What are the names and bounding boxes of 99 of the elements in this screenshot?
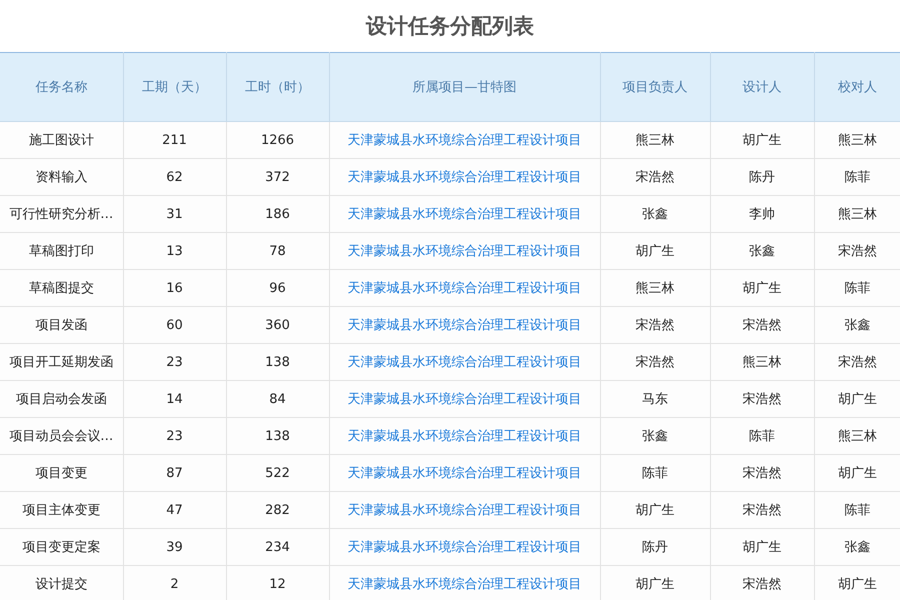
table-cell: 138 — [226, 418, 329, 454]
table-cell: 2 — [123, 566, 226, 600]
table-cell: 设计提交 — [0, 566, 123, 600]
table-cell: 胡广生 — [600, 566, 710, 600]
table-cell: 项目变更定案 — [0, 528, 123, 566]
table-cell: 熊三林 — [600, 122, 710, 158]
table-cell: 熊三林 — [600, 270, 710, 306]
table-cell: 62 — [123, 158, 226, 196]
table-cell: 张鑫 — [710, 232, 814, 270]
table-cell: 96 — [226, 270, 329, 306]
table-cell: 项目启动会发函 — [0, 380, 123, 418]
table-cell: 宋浩然 — [710, 380, 814, 418]
table-cell: 宋浩然 — [710, 492, 814, 528]
column-header: 校对人 — [814, 52, 900, 122]
table-cell: 项目变更 — [0, 454, 123, 492]
table-cell: 胡广生 — [710, 270, 814, 306]
table-cell: 熊三林 — [814, 418, 900, 454]
table-cell: 张鑫 — [600, 196, 710, 232]
table-cell: 陈菲 — [814, 270, 900, 306]
table-cell: 陈丹 — [600, 528, 710, 566]
column-header: 所属项目—甘特图 — [329, 52, 600, 122]
table-cell: 资料输入 — [0, 158, 123, 196]
table-cell: 360 — [226, 306, 329, 344]
table-cell: 47 — [123, 492, 226, 528]
project-link[interactable]: 天津蒙城县水环境综合治理工程设计项目 — [348, 355, 582, 370]
table-cell: 522 — [226, 454, 329, 492]
column-header: 工时（时） — [226, 52, 329, 122]
table-cell: 宋浩然 — [600, 344, 710, 380]
table-cell: 陈丹 — [710, 158, 814, 196]
project-link[interactable]: 天津蒙城县水环境综合治理工程设计项目 — [348, 540, 582, 555]
table-cell: 胡广生 — [600, 232, 710, 270]
table-cell: 84 — [226, 380, 329, 418]
column-header: 项目负责人 — [600, 52, 710, 122]
table-cell: 宋浩然 — [600, 158, 710, 196]
table-cell: 陈菲 — [814, 492, 900, 528]
project-link[interactable]: 天津蒙城县水环境综合治理工程设计项目 — [348, 503, 582, 518]
column-header: 任务名称 — [0, 52, 123, 122]
project-link[interactable]: 天津蒙城县水环境综合治理工程设计项目 — [348, 281, 582, 296]
table-cell: 胡广生 — [600, 492, 710, 528]
project-link[interactable]: 天津蒙城县水环境综合治理工程设计项目 — [348, 466, 582, 481]
project-link[interactable]: 天津蒙城县水环境综合治理工程设计项目 — [348, 577, 582, 592]
table-cell: 372 — [226, 158, 329, 196]
table-cell: 胡广生 — [710, 528, 814, 566]
project-link[interactable]: 天津蒙城县水环境综合治理工程设计项目 — [348, 244, 582, 259]
table-cell: 项目主体变更 — [0, 492, 123, 528]
table-cell: 草稿图打印 — [0, 232, 123, 270]
project-link[interactable]: 天津蒙城县水环境综合治理工程设计项目 — [348, 318, 582, 333]
table-cell: 熊三林 — [814, 122, 900, 158]
table-cell: 23 — [123, 344, 226, 380]
table-cell: 282 — [226, 492, 329, 528]
table-cell: 宋浩然 — [710, 306, 814, 344]
table-cell: 可行性研究分析… — [0, 196, 123, 232]
table-cell: 60 — [123, 306, 226, 344]
table-cell: 16 — [123, 270, 226, 306]
table-cell: 马东 — [600, 380, 710, 418]
table-cell: 张鑫 — [814, 528, 900, 566]
table-cell: 宋浩然 — [814, 344, 900, 380]
table-cell: 234 — [226, 528, 329, 566]
table-cell: 李帅 — [710, 196, 814, 232]
table-cell: 陈菲 — [710, 418, 814, 454]
table-cell: 熊三林 — [710, 344, 814, 380]
table-cell: 13 — [123, 232, 226, 270]
table-cell: 熊三林 — [814, 196, 900, 232]
table-cell: 宋浩然 — [710, 566, 814, 600]
project-link[interactable]: 天津蒙城县水环境综合治理工程设计项目 — [348, 207, 582, 222]
table-cell: 138 — [226, 344, 329, 380]
table-cell: 12 — [226, 566, 329, 600]
table-cell: 23 — [123, 418, 226, 454]
table-cell: 1266 — [226, 122, 329, 158]
table-cell: 陈菲 — [814, 158, 900, 196]
table-cell: 项目发函 — [0, 306, 123, 344]
table-cell: 宋浩然 — [814, 232, 900, 270]
project-link[interactable]: 天津蒙城县水环境综合治理工程设计项目 — [348, 429, 582, 444]
table-cell: 项目动员会会议… — [0, 418, 123, 454]
column-header: 设计人 — [710, 52, 814, 122]
project-link[interactable]: 天津蒙城县水环境综合治理工程设计项目 — [348, 133, 582, 148]
table-cell: 宋浩然 — [710, 454, 814, 492]
table-cell: 78 — [226, 232, 329, 270]
table-cell: 胡广生 — [710, 122, 814, 158]
table-cell: 87 — [123, 454, 226, 492]
column-header: 工期（天） — [123, 52, 226, 122]
table-cell: 31 — [123, 196, 226, 232]
table-cell: 胡广生 — [814, 380, 900, 418]
table-cell: 14 — [123, 380, 226, 418]
table-cell: 胡广生 — [814, 454, 900, 492]
project-link[interactable]: 天津蒙城县水环境综合治理工程设计项目 — [348, 392, 582, 407]
table-cell: 39 — [123, 528, 226, 566]
table-cell: 项目开工延期发函 — [0, 344, 123, 380]
table-cell: 186 — [226, 196, 329, 232]
table-cell: 宋浩然 — [600, 306, 710, 344]
table-cell: 张鑫 — [814, 306, 900, 344]
project-link[interactable]: 天津蒙城县水环境综合治理工程设计项目 — [348, 170, 582, 185]
table-cell: 施工图设计 — [0, 122, 123, 158]
table-cell: 211 — [123, 122, 226, 158]
table-cell: 陈菲 — [600, 454, 710, 492]
table-cell: 张鑫 — [600, 418, 710, 454]
table-cell: 胡广生 — [814, 566, 900, 600]
table-cell: 草稿图提交 — [0, 270, 123, 306]
page-title: 设计任务分配列表 — [366, 13, 534, 40]
